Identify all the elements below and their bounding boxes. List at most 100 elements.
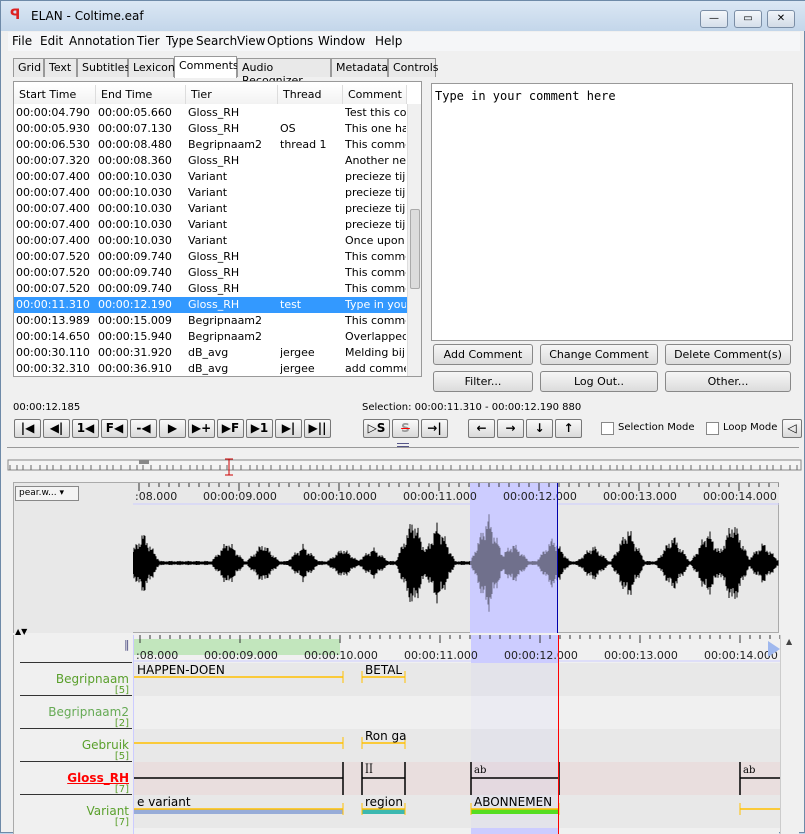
timeline-vertical-scrollbar[interactable]: ▲ xyxy=(780,635,799,834)
cell-comment: Overlapped xyxy=(345,330,406,343)
tab-lexicon[interactable]: Lexicon xyxy=(128,58,175,77)
split-handle[interactable] xyxy=(397,443,409,447)
previous-frame-button[interactable]: 1◀ xyxy=(72,419,99,438)
cell-end-time: 00:00:10.030 xyxy=(98,202,172,215)
log-out-button[interactable]: Log Out.. xyxy=(540,371,658,392)
tier-row-begripnaam2[interactable] xyxy=(134,696,780,729)
next-annotation-button[interactable]: → xyxy=(497,419,524,438)
cell-comment: precieze tijd xyxy=(345,186,406,199)
previous-frame-block-button[interactable]: ◀| xyxy=(43,419,70,438)
previous-annotation-button[interactable]: ← xyxy=(468,419,495,438)
tier-name[interactable]: Gebruik xyxy=(82,738,133,752)
menu-type[interactable]: Type xyxy=(166,34,194,48)
table-row[interactable]: 00:00:05.930 00:00:07.130 Gloss_RH OS This o… xyxy=(14,121,407,137)
table-row[interactable]: 00:00:07.320 00:00:08.360 Gloss_RH Another … xyxy=(14,153,407,169)
close-button[interactable]: ✕ xyxy=(767,10,795,28)
table-row[interactable]: 00:00:06.530 00:00:08.480 Begripnaam2 threa… xyxy=(14,137,407,153)
table-row[interactable]: 00:00:07.520 00:00:09.740 Gloss_RH This com… xyxy=(14,249,407,265)
ruler-label: 00:00:09.000 xyxy=(204,649,278,662)
minimize-button[interactable]: — xyxy=(700,10,728,28)
loop-mode-checkbox[interactable] xyxy=(706,422,719,435)
table-row[interactable]: 00:00:04.790 00:00:05.660 Gloss_RH Test thi… xyxy=(14,105,407,121)
cell-start-time: 00:00:30.110 xyxy=(16,346,90,359)
tier-name[interactable]: Gloss_RH xyxy=(67,771,133,785)
annotation[interactable]: region xyxy=(361,795,406,815)
column-header-start-time[interactable]: Start Time xyxy=(14,85,96,104)
maximize-button[interactable]: ▭ xyxy=(734,10,762,28)
annotation-below-button[interactable]: ↓ xyxy=(526,419,553,438)
tab-audio-recognizer[interactable]: Audio Recognizer xyxy=(237,58,331,87)
table-row[interactable]: 00:00:30.110 00:00:31.920 dB_avg jergee Meld… xyxy=(14,345,407,361)
volume-icon[interactable]: ◁ xyxy=(782,419,802,438)
table-row[interactable]: 00:00:13.989 00:00:15.009 Begripnaam2 This … xyxy=(14,313,407,329)
tab-grid[interactable]: Grid xyxy=(13,58,44,77)
play-next-button[interactable]: ▶+ xyxy=(188,419,215,438)
play-button[interactable]: ▶ xyxy=(159,419,186,438)
table-row[interactable]: 00:00:07.400 00:00:10.030 Variant precieze … xyxy=(14,169,407,185)
annotation-above-button[interactable]: ↑ xyxy=(555,419,582,438)
scroll-thumb[interactable] xyxy=(410,209,420,289)
table-row[interactable]: 00:00:07.400 00:00:10.030 Variant precieze … xyxy=(14,201,407,217)
menu-edit[interactable]: Edit xyxy=(40,34,63,48)
table-row[interactable]: 00:00:32.310 00:00:36.910 dB_avg jergee add … xyxy=(14,361,407,376)
tab-controls[interactable]: Controls xyxy=(388,58,439,77)
tier-name[interactable]: Begripnaam2 xyxy=(48,705,133,719)
previous-pixel-button[interactable]: F◀ xyxy=(101,419,128,438)
menu-file[interactable]: File xyxy=(12,34,32,48)
next-pixel-button[interactable]: ▶F xyxy=(217,419,244,438)
go-to-begin-button[interactable]: |◀ xyxy=(14,419,41,438)
table-row[interactable]: 00:00:07.520 00:00:09.740 Gloss_RH This com… xyxy=(14,281,407,297)
comment-textarea[interactable]: Type in your comment here xyxy=(431,83,793,341)
tab-subtitles[interactable]: Subtitles xyxy=(77,58,130,77)
menu-options[interactable]: Options xyxy=(267,34,313,48)
table-row[interactable]: 00:00:07.400 00:00:10.030 Variant Once upon… xyxy=(14,233,407,249)
menu-annotation[interactable]: Annotation xyxy=(69,34,135,48)
other-button[interactable]: Other... xyxy=(665,371,791,392)
waveform-track-select[interactable]: pear.w... ▾ xyxy=(15,486,79,501)
tier-drag-handle[interactable]: ‖ xyxy=(124,638,130,651)
menu-tier[interactable]: Tier xyxy=(137,34,160,48)
next-frame-block-button[interactable]: ▶| xyxy=(275,419,302,438)
vertical-scrollbar[interactable] xyxy=(407,104,421,376)
table-row[interactable]: 00:00:07.520 00:00:09.740 Gloss_RH This com… xyxy=(14,265,407,281)
tier-name[interactable]: Begripnaam xyxy=(56,672,133,686)
menu-help[interactable]: Help xyxy=(375,34,402,48)
menu-window[interactable]: Window xyxy=(318,34,365,48)
menu-view[interactable]: View xyxy=(237,34,265,48)
table-row[interactable]: 00:00:07.400 00:00:10.030 Variant precieze … xyxy=(14,185,407,201)
tab-text[interactable]: Text xyxy=(44,58,77,77)
play-selection-button[interactable]: ▷S xyxy=(363,419,390,438)
column-header-comment[interactable]: Comment xyxy=(343,85,407,104)
tier-row-gebruik[interactable] xyxy=(134,729,780,762)
timeline-canvas[interactable]: :08.000 00:00:09.000 00:00:10.000 00:00:11.… xyxy=(134,635,780,834)
cell-start-time: 00:00:14.650 xyxy=(16,330,90,343)
selection-mode-checkbox[interactable] xyxy=(601,422,614,435)
tab-metadata[interactable]: Metadata xyxy=(331,58,388,77)
table-row[interactable]: 00:00:14.650 00:00:15.940 Begripnaam2 Overl… xyxy=(14,329,407,345)
column-header-tier[interactable]: Tier xyxy=(186,85,278,104)
cell-start-time: 00:00:13.989 xyxy=(16,314,90,327)
cell-start-time: 00:00:07.400 xyxy=(16,218,90,231)
tier-name[interactable]: Variant xyxy=(86,804,133,818)
column-header-end-time[interactable]: End Time xyxy=(96,85,186,104)
waveform-viewer[interactable]: pear.w... ▾ :08.000 00:00:09.000 00:00:10.… xyxy=(13,482,779,633)
tier-row-begripnaam[interactable] xyxy=(134,663,780,696)
filter-button[interactable]: Filter... xyxy=(433,371,533,392)
next-frame-button[interactable]: ▶1 xyxy=(246,419,273,438)
delete-comment-button[interactable]: Delete Comment(s) xyxy=(665,344,791,365)
go-to-end-button[interactable]: ▶|| xyxy=(304,419,331,438)
annotation[interactable]: ABONNEMEN xyxy=(470,795,560,815)
column-header-thread[interactable]: Thread xyxy=(278,85,343,104)
overview-ruler[interactable] xyxy=(7,456,802,476)
table-row[interactable]: 00:00:11.310 00:00:12.190 Gloss_RH test Type… xyxy=(14,297,407,313)
move-to-selection-end-button[interactable]: →| xyxy=(421,419,448,438)
add-comment-button[interactable]: Add Comment xyxy=(433,344,533,365)
ruler-label: 00:00:13.000 xyxy=(604,649,678,662)
play-selection-back-button[interactable]: -◀ xyxy=(130,419,157,438)
overview-bar xyxy=(7,459,802,471)
table-row[interactable]: 00:00:07.400 00:00:10.030 Variant precieze … xyxy=(14,217,407,233)
clear-selection-button[interactable]: S xyxy=(392,419,419,438)
change-comment-button[interactable]: Change Comment xyxy=(540,344,658,365)
tab-comments[interactable]: Comments xyxy=(174,56,239,78)
menu-search[interactable]: Search xyxy=(196,34,237,48)
